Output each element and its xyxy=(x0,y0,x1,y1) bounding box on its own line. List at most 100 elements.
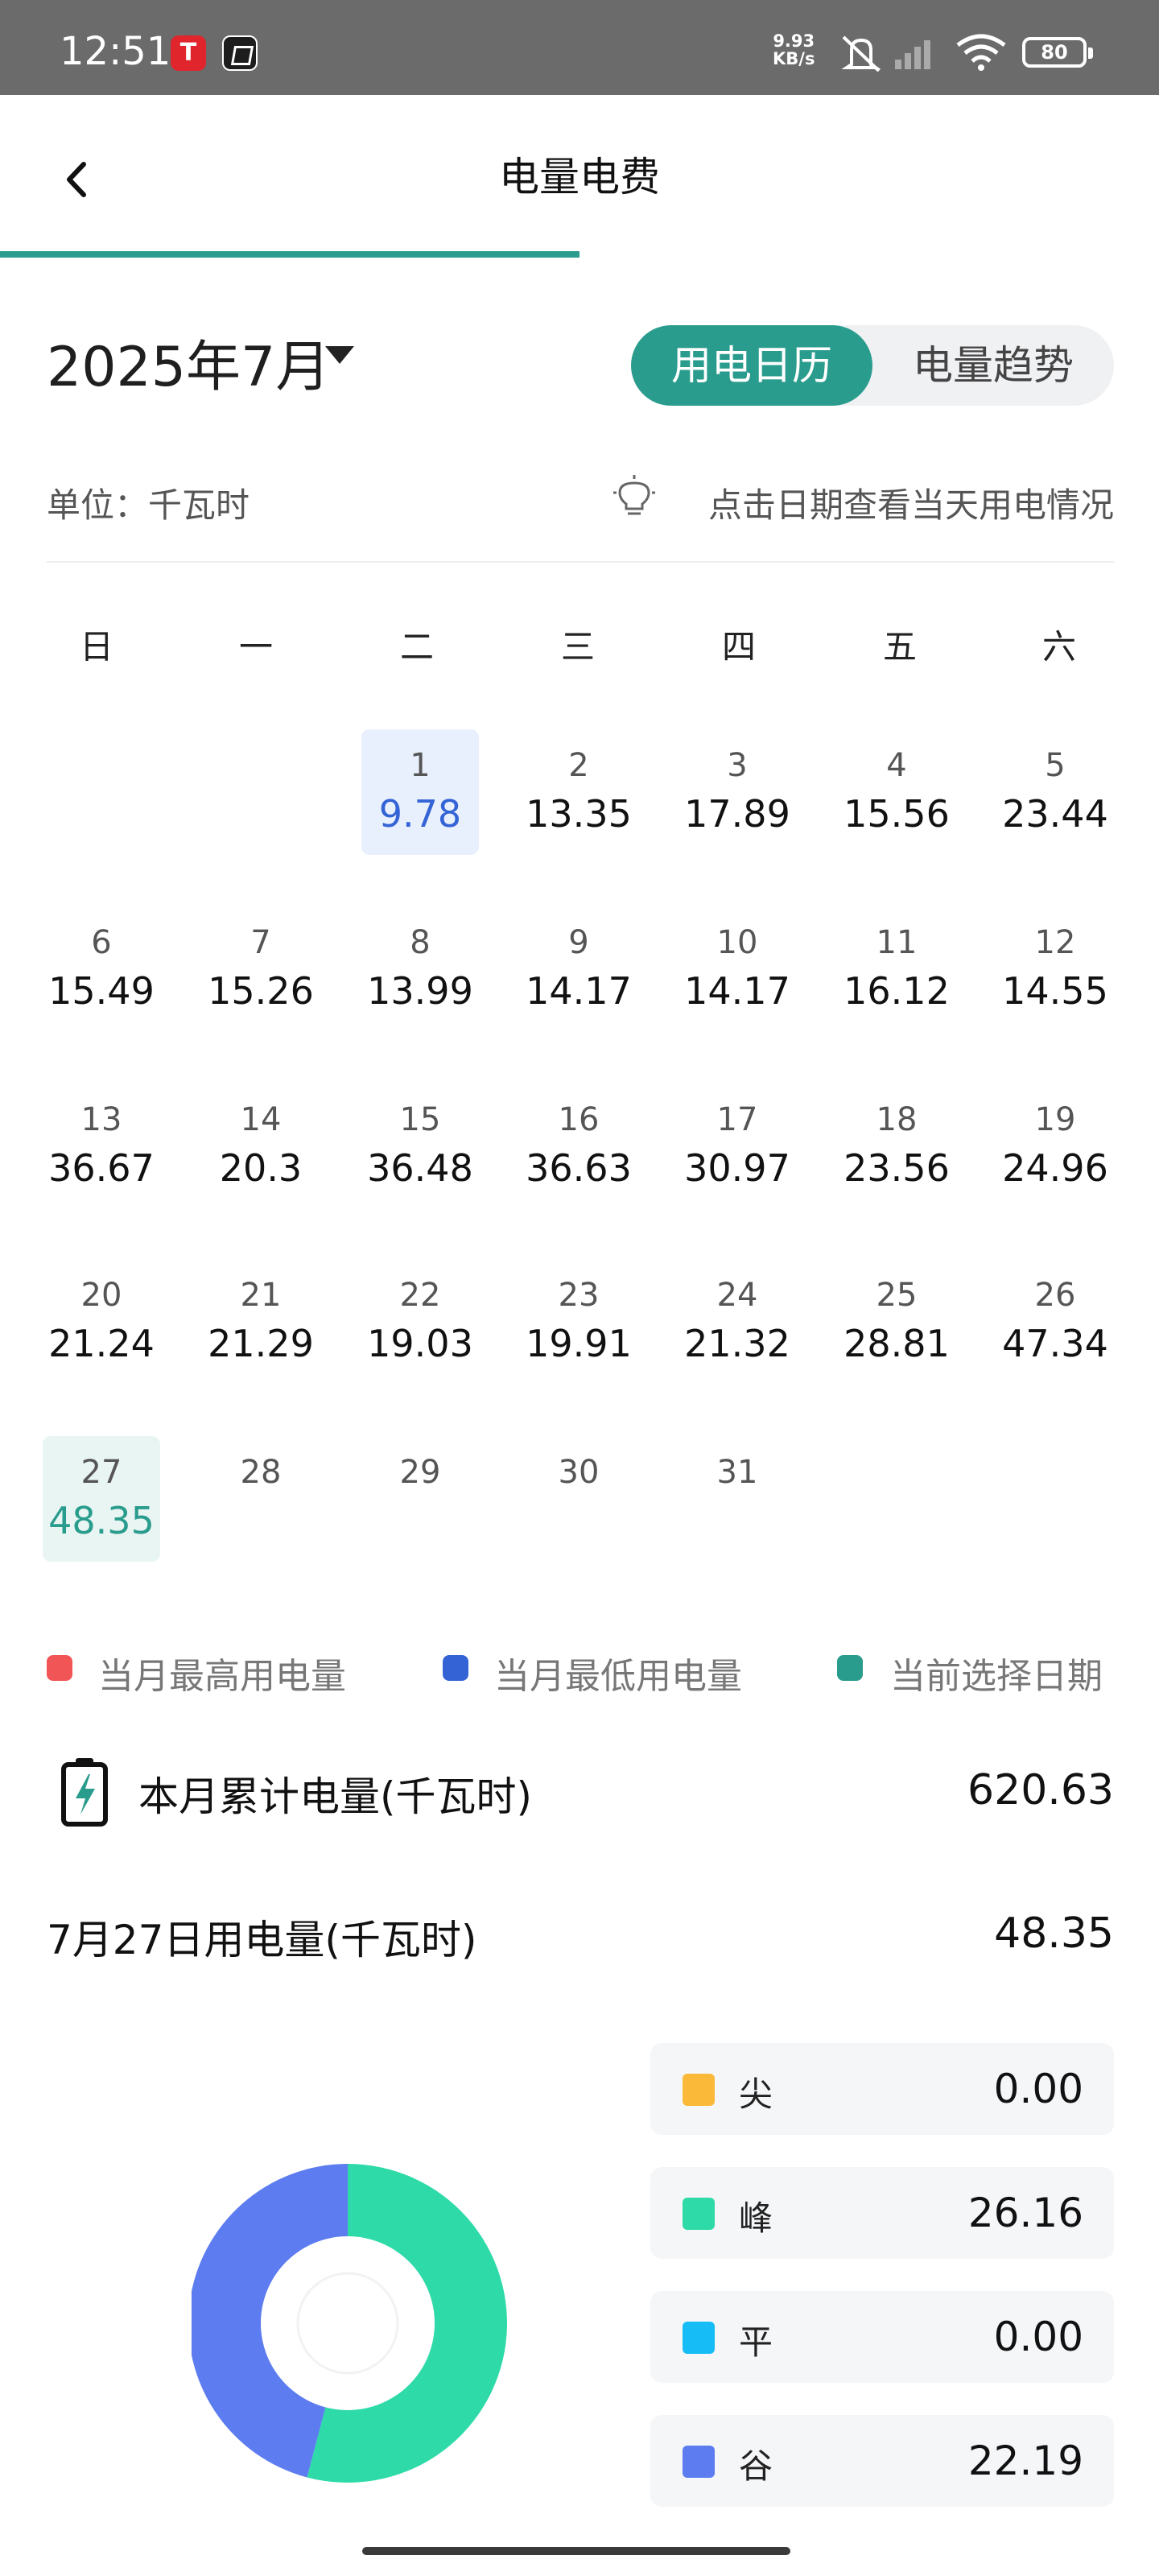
calendar-day-24[interactable]: 24 21.32 xyxy=(678,1259,796,1385)
calendar-day-number: 17 xyxy=(716,1101,758,1138)
calendar-day-12[interactable]: 12 14.55 xyxy=(996,906,1114,1032)
tou-name: 平 xyxy=(739,2322,773,2362)
calendar-day-usage: 19.03 xyxy=(367,1322,473,1365)
tou-name: 谷 xyxy=(739,2446,773,2486)
title-bar: 电量电费 xyxy=(0,95,1159,259)
calendar-day-usage: 36.48 xyxy=(367,1146,473,1190)
calendar-day-25[interactable]: 25 28.81 xyxy=(838,1259,955,1385)
calendar-day-usage: 47.34 xyxy=(1002,1322,1108,1365)
tou-value: 0.00 xyxy=(993,2066,1083,2112)
tou-donut-chart xyxy=(192,2164,507,2483)
tou-row-sharp: 尖 0.00 xyxy=(650,2043,1114,2135)
calendar-day-31[interactable]: 31 xyxy=(678,1436,796,1562)
calendar-day-14[interactable]: 14 20.3 xyxy=(202,1084,320,1209)
calendar-day-usage: 20.3 xyxy=(219,1146,303,1190)
status-bar: 12:51 9.93 KB/s 80 xyxy=(0,0,1159,95)
weekday-tue: 二 xyxy=(399,627,434,667)
calendar-day-number: 31 xyxy=(716,1454,758,1491)
calendar-day-11[interactable]: 11 16.12 xyxy=(838,906,955,1032)
cellular-signal-icon xyxy=(895,40,930,69)
weekday-wed: 三 xyxy=(560,627,595,667)
calendar-day-number: 24 xyxy=(716,1277,758,1314)
legend-selected-swatch xyxy=(837,1655,863,1681)
calendar-day-29[interactable]: 29 xyxy=(361,1436,479,1562)
calendar-day-17[interactable]: 17 30.97 xyxy=(678,1084,796,1209)
month-selector[interactable]: 2025年7月 xyxy=(47,322,330,402)
calendar-day-number: 1 xyxy=(410,747,431,784)
calendar-day-2[interactable]: 2 13.35 xyxy=(520,729,637,855)
calendar-day-number: 16 xyxy=(558,1101,600,1138)
tou-row-valley: 谷 22.19 xyxy=(650,2415,1114,2507)
tap-date-hint: 点击日期查看当天用电情况 xyxy=(707,485,1114,525)
battery-charging-icon xyxy=(61,1758,108,1827)
tou-swatch xyxy=(683,2074,715,2106)
tesla-app-icon xyxy=(171,35,206,71)
calendar-day-usage: 21.24 xyxy=(48,1322,155,1365)
lightbulb-icon xyxy=(613,475,655,515)
wifi-icon xyxy=(956,34,1006,71)
tab-power-calendar[interactable]: 用电日历 xyxy=(631,325,872,406)
calendar-day-5[interactable]: 5 23.44 xyxy=(996,729,1114,855)
calendar-day-usage: 21.32 xyxy=(684,1322,790,1365)
calendar-day-10[interactable]: 10 14.17 xyxy=(678,906,796,1032)
calendar-day-number: 14 xyxy=(240,1101,282,1138)
home-indicator[interactable] xyxy=(362,2547,790,2555)
calendar-day-usage: 14.17 xyxy=(684,969,790,1013)
month-total-value: 620.63 xyxy=(967,1766,1114,1814)
calendar-day-27[interactable]: 27 48.35 xyxy=(43,1436,160,1562)
calendar-day-13[interactable]: 13 36.67 xyxy=(43,1084,160,1209)
calendar-day-23[interactable]: 23 19.91 xyxy=(520,1259,637,1385)
calendar-day-30[interactable]: 30 xyxy=(520,1436,637,1562)
calendar-day-28[interactable]: 28 xyxy=(202,1436,320,1562)
legend-highest-swatch xyxy=(47,1655,72,1681)
legend-selected: 当前选择日期 xyxy=(890,1656,1103,1697)
tab-power-trend[interactable]: 电量趋势 xyxy=(872,325,1114,406)
calendar-day-18[interactable]: 18 23.56 xyxy=(838,1084,955,1209)
calendar-day-16[interactable]: 16 36.63 xyxy=(520,1084,637,1209)
calendar-day-number: 12 xyxy=(1034,924,1076,961)
calendar-day-8[interactable]: 8 13.99 xyxy=(361,906,479,1032)
calendar-day-15[interactable]: 15 36.48 xyxy=(361,1084,479,1209)
caret-down-icon[interactable] xyxy=(325,346,354,364)
calendar-day-7[interactable]: 7 15.26 xyxy=(202,906,320,1032)
calendar-day-6[interactable]: 6 15.49 xyxy=(43,906,160,1032)
calendar-day-19[interactable]: 19 24.96 xyxy=(996,1084,1114,1209)
calendar-day-4[interactable]: 4 15.56 xyxy=(838,729,955,855)
calendar-day-usage: 28.81 xyxy=(843,1322,950,1365)
mute-icon xyxy=(841,35,881,72)
calendar-day-number: 29 xyxy=(399,1454,441,1491)
calendar-day-number: 7 xyxy=(250,924,271,961)
calendar-day-usage: 36.63 xyxy=(526,1146,632,1190)
calendar-day-usage: 30.97 xyxy=(684,1146,790,1190)
calendar-day-number: 26 xyxy=(1034,1277,1076,1314)
calendar-day-21[interactable]: 21 21.29 xyxy=(202,1259,320,1385)
calendar-day-usage: 15.26 xyxy=(208,969,314,1013)
calendar-day-number: 30 xyxy=(558,1454,600,1491)
calendar-day-usage: 15.56 xyxy=(843,792,950,836)
calendar-day-number: 4 xyxy=(886,747,907,784)
calendar-day-20[interactable]: 20 21.24 xyxy=(43,1259,160,1385)
calendar-day-22[interactable]: 22 19.03 xyxy=(361,1259,479,1385)
tou-name: 尖 xyxy=(739,2074,773,2114)
calendar-day-number: 15 xyxy=(399,1101,441,1138)
page-title: 电量电费 xyxy=(499,154,660,200)
status-time: 12:51 xyxy=(60,29,171,74)
calendar-day-number: 23 xyxy=(558,1277,600,1314)
calendar-day-usage: 13.35 xyxy=(526,792,632,836)
calendar-day-9[interactable]: 9 14.17 xyxy=(520,906,637,1032)
calendar-day-1[interactable]: 1 9.78 xyxy=(361,729,479,855)
page-progress-bar xyxy=(0,251,1159,258)
calendar-day-number: 11 xyxy=(876,924,918,961)
notification-app-icon xyxy=(222,35,258,71)
tou-swatch xyxy=(683,2446,715,2478)
weekday-mon: 一 xyxy=(238,627,273,667)
calendar-day-number: 13 xyxy=(80,1101,122,1138)
tou-row-flat: 平 0.00 xyxy=(650,2291,1114,2383)
calendar-day-26[interactable]: 26 47.34 xyxy=(996,1259,1114,1385)
tou-row-peak: 峰 26.16 xyxy=(650,2167,1114,2259)
calendar-day-3[interactable]: 3 17.89 xyxy=(678,729,796,855)
legend-highest: 当月最高用电量 xyxy=(98,1656,346,1697)
calendar-day-number: 6 xyxy=(91,924,112,961)
calendar-day-usage: 9.78 xyxy=(378,792,462,836)
legend-lowest: 当月最低用电量 xyxy=(494,1656,742,1697)
